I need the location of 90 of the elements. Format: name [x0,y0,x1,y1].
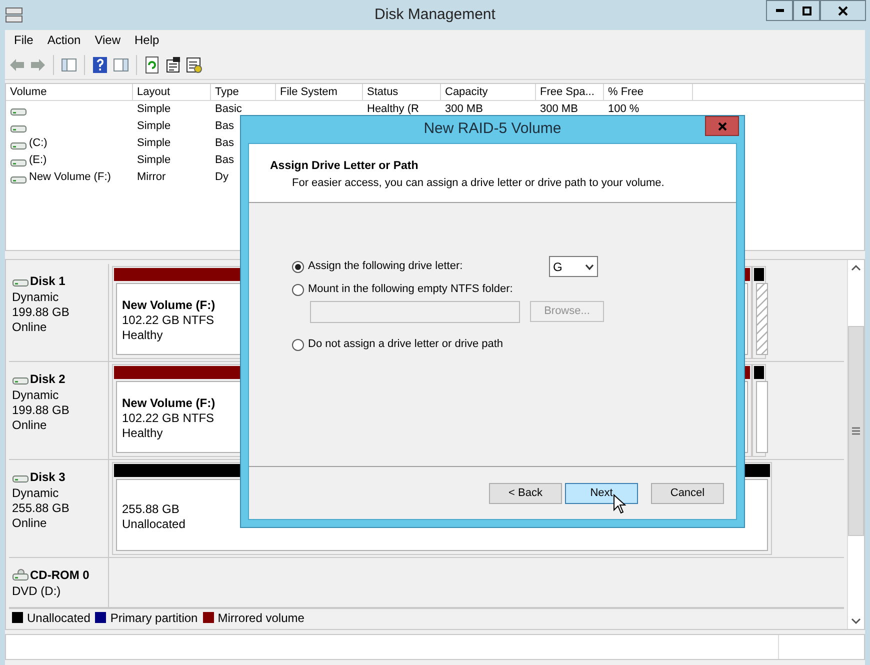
minimize-button[interactable] [766,0,793,21]
table-cell-text: Bas [215,136,234,152]
partition-block[interactable] [752,364,766,457]
radio-button[interactable] [292,260,304,272]
table-cell-text: (E:) [29,153,47,168]
close-icon [838,6,848,16]
disk-detail: 255.88 GB [12,501,70,516]
column-header[interactable]: Layout [133,84,211,100]
partition-detail: 255.88 GB [122,502,180,516]
drive-letter-dropdown[interactable]: G [549,256,598,277]
partition-detail: 102.22 GB NTFS [122,313,214,328]
partition-detail: Healthy [122,328,163,343]
table-cell-text: Simple [137,136,171,152]
disk-detail: Online [12,320,48,335]
close-button[interactable] [820,0,866,21]
window-title: Disk Management [374,4,496,25]
column-header[interactable]: % Free [604,84,693,100]
column-header[interactable]: Type [211,84,276,100]
column-header[interactable]: Capacity [441,84,536,100]
option-label[interactable]: Assign the following drive letter: [308,258,463,275]
action-pane-icon[interactable] [112,56,130,74]
maximize-button[interactable] [793,0,820,21]
dialog-button[interactable]: Cancel [651,483,724,504]
dialog-subheading: For easier access, you can assign a drive letter or drive path to your volume. [291,176,666,192]
column-header[interactable]: Free Spa... [536,84,604,100]
table-cell-text: Bas [215,153,234,168]
partition-block[interactable] [752,266,766,359]
dialog-button[interactable]: Next [565,483,638,504]
dialog-title: New RAID-5 Volume [424,119,562,140]
scrollbar-thumb[interactable] [848,326,864,536]
table-cell-text: (C:) [29,136,48,152]
partition-detail: Healthy [122,426,163,441]
refresh-icon[interactable] [143,56,161,74]
option-label[interactable]: Mount in the following empty NTFS folder: [308,281,513,298]
menu-item[interactable]: Help [128,31,166,49]
chevron-down-icon [585,264,594,270]
dialog-button[interactable]: < Back [489,483,562,504]
legend-label: Unallocated [27,610,90,626]
menu-item[interactable]: View [88,31,126,49]
column-header[interactable]: Status [363,84,441,100]
console-tree-icon[interactable] [60,56,78,74]
legend-label: Mirrored volume [218,610,304,626]
partition-detail: 102.22 GB NTFS [122,411,214,426]
table-cell-text: Dy [215,170,228,186]
radio-button[interactable] [292,338,304,350]
minimize-icon [776,9,784,12]
close-icon [718,122,726,130]
scrollbar[interactable] [847,260,864,629]
optical-drive-icon [12,569,29,581]
radio-button[interactable] [292,284,304,296]
table-cell-text: Healthy (R [367,102,419,118]
mouse-pointer-icon [613,494,626,514]
disk-detail: Dynamic [12,388,60,403]
properties-icon[interactable] [164,56,182,74]
column-header[interactable]: File System [276,84,363,100]
menu-item[interactable]: Action [41,31,87,49]
legend-label: Primary partition [110,610,198,626]
table-cell-text: Basic [215,102,242,118]
table-cell-text: 100 % [608,102,640,118]
disk-detail: Online [12,418,48,433]
dialog-heading: Assign Drive Letter or Path [270,159,420,174]
option-label[interactable]: Do not assign a drive letter or drive path [308,336,504,353]
table-cell-text: Simple [137,102,171,118]
disk-name: Disk 3 [30,469,66,486]
disk-detail: DVD (D:) [12,584,62,599]
table-cell-text: New Volume (F:) [29,170,111,186]
disk-detail: Online [12,516,48,531]
help-icon[interactable] [91,56,109,74]
disk-name: Disk 1 [30,273,66,290]
table-cell-text: Simple [137,119,171,134]
disk-management-icon [5,7,23,23]
table-cell-text: Simple [137,153,171,168]
partition-detail: New Volume (F:) [122,396,216,411]
table-cell-text: 300 MB [445,102,483,118]
grip-icon [852,427,860,435]
disk-detail: 199.88 GB [12,403,70,418]
disk-detail: 199.88 GB [12,305,70,320]
disk-detail: Dynamic [12,290,60,305]
column-header[interactable]: Volume [6,84,133,100]
table-cell-text: Mirror [137,170,166,186]
menu-item[interactable]: File [8,31,40,49]
disk-name: CD-ROM 0 [30,567,90,584]
disk-name: Disk 2 [30,371,66,388]
disk-detail: Dynamic [12,486,60,501]
table-cell-text: Bas [215,119,234,134]
table-cell-text: 300 MB [540,102,578,118]
folder-path-field[interactable] [310,301,520,323]
maximize-icon [802,6,812,16]
partition-detail: New Volume (F:) [122,298,216,313]
partition-detail: Unallocated [122,516,186,532]
